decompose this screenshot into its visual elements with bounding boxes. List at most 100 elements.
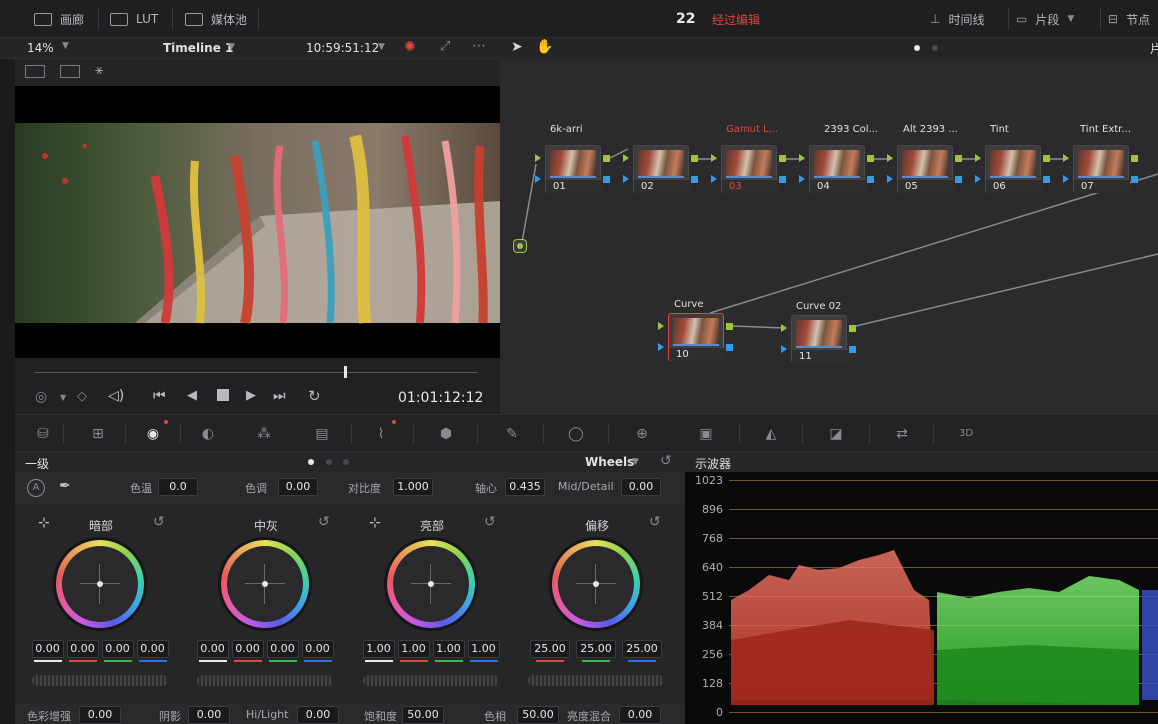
key-input-port[interactable]: [535, 175, 541, 183]
param-field[interactable]: 0.00: [619, 706, 661, 724]
color-wheel[interactable]: [387, 540, 475, 628]
auto-balance-icon[interactable]: A: [27, 479, 45, 497]
wheel-value-field[interactable]: 0.00: [66, 640, 99, 658]
wheel-reset-icon[interactable]: ↺: [153, 514, 165, 530]
key-input-port[interactable]: [799, 175, 805, 183]
param-field[interactable]: 50.00: [517, 706, 559, 724]
color-node[interactable]: 05: [897, 145, 954, 193]
page-dot[interactable]: [343, 459, 349, 465]
wheel-value-field[interactable]: 0.00: [266, 640, 299, 658]
master-wheel-jog[interactable]: [528, 675, 664, 686]
wheel-reset-icon[interactable]: ↺: [484, 514, 496, 530]
color-node[interactable]: 10: [668, 313, 725, 361]
key-input-port[interactable]: [711, 175, 717, 183]
3d-icon[interactable]: 3D: [955, 424, 977, 444]
key-input-port[interactable]: [623, 175, 629, 183]
tracker-icon[interactable]: ⊕: [631, 424, 653, 444]
wheel-value-field[interactable]: 1.00: [467, 640, 500, 658]
wheel-value-field[interactable]: 25.00: [530, 640, 570, 658]
wheel-value-field[interactable]: 1.00: [397, 640, 430, 658]
color-node[interactable]: 04: [809, 145, 866, 193]
param-field[interactable]: 0.00: [297, 706, 339, 724]
zoom-chevron-icon[interactable]: ▼: [62, 41, 69, 51]
pointer-tool-icon[interactable]: ➤: [511, 39, 523, 55]
output-port[interactable]: [867, 155, 874, 162]
output-port[interactable]: [779, 155, 786, 162]
input-port[interactable]: [711, 154, 717, 162]
wheel-picker-icon[interactable]: ⊹: [369, 515, 381, 531]
magic-wand-icon[interactable]: ⚹: [95, 62, 103, 78]
sizing-icon[interactable]: ⇄: [891, 424, 913, 444]
key-output-port[interactable]: [603, 176, 610, 183]
volume-icon[interactable]: ◁): [108, 388, 124, 404]
curves-icon[interactable]: ⌇: [370, 424, 392, 444]
input-port[interactable]: [658, 322, 664, 330]
key-output-port[interactable]: [1131, 176, 1138, 183]
rgb-mixer-icon[interactable]: ⁂: [253, 424, 275, 444]
master-wheel-jog[interactable]: [363, 675, 499, 686]
input-port[interactable]: [887, 154, 893, 162]
output-port[interactable]: [849, 325, 856, 332]
output-port[interactable]: [691, 155, 698, 162]
scrub-handle[interactable]: [344, 366, 348, 378]
input-port[interactable]: [535, 154, 541, 162]
wheel-picker-icon[interactable]: ⊹: [38, 515, 50, 531]
color-warper-icon[interactable]: ⬢: [435, 424, 457, 444]
param-field[interactable]: 0.00: [621, 478, 661, 496]
reset-icon[interactable]: ↺: [660, 453, 672, 469]
color-node[interactable]: 07: [1073, 145, 1130, 193]
wheel-value-field[interactable]: 25.00: [622, 640, 662, 658]
param-field[interactable]: 0.0: [158, 478, 198, 496]
wheel-reset-icon[interactable]: ↺: [649, 514, 661, 530]
input-port[interactable]: [623, 154, 629, 162]
go-to-start-icon[interactable]: ⏮: [153, 388, 166, 404]
key-output-port[interactable]: [779, 176, 786, 183]
param-field[interactable]: 0.00: [79, 706, 121, 724]
param-field[interactable]: 0.435: [505, 478, 545, 496]
play-icon[interactable]: ▶: [246, 388, 256, 403]
input-port[interactable]: [781, 324, 787, 332]
node-editor[interactable]: ➤ ✋ 片 01 6k-arri 02 03 Gamut L... 04 2393 Col.…: [500, 38, 1158, 414]
hand-tool-icon[interactable]: ✋: [536, 39, 553, 55]
key-output-port[interactable]: [1043, 176, 1050, 183]
hdr-wheels-icon[interactable]: ◐: [197, 424, 219, 444]
picker-icon[interactable]: ✒: [59, 478, 71, 494]
key-output-port[interactable]: [867, 176, 874, 183]
layers-icon[interactable]: ◇: [77, 389, 87, 404]
zoom-level[interactable]: 14%: [27, 41, 54, 55]
wheel-value-field[interactable]: 0.00: [136, 640, 169, 658]
timeline-chevron-icon[interactable]: ▼: [228, 42, 235, 52]
wheel-value-field[interactable]: 25.00: [576, 640, 616, 658]
wheel-value-field[interactable]: 1.00: [362, 640, 395, 658]
scrub-track[interactable]: [35, 372, 477, 373]
key-icon[interactable]: ◪: [825, 424, 847, 444]
color-wheel[interactable]: [221, 540, 309, 628]
viewer-mode-icon[interactable]: ◎: [35, 389, 47, 405]
page-dot[interactable]: [326, 459, 332, 465]
output-port[interactable]: [1131, 155, 1138, 162]
output-port[interactable]: [726, 323, 733, 330]
split-view-icon[interactable]: [60, 65, 80, 78]
nodes-button[interactable]: ⊟ 节点: [1108, 0, 1150, 38]
master-wheel-jog[interactable]: [197, 675, 333, 686]
timeline-button[interactable]: ⊥ 时间线: [930, 0, 984, 38]
gallery-button[interactable]: 画廊: [34, 0, 84, 38]
wheel-value-field[interactable]: 1.00: [432, 640, 465, 658]
master-wheel-jog[interactable]: [32, 675, 168, 686]
key-output-port[interactable]: [849, 346, 856, 353]
motion-effects-icon[interactable]: ▤: [311, 424, 333, 444]
media-pool-button[interactable]: 媒体池: [185, 0, 247, 38]
input-port[interactable]: [975, 154, 981, 162]
color-wheel[interactable]: [552, 540, 640, 628]
input-port[interactable]: [799, 154, 805, 162]
key-input-port[interactable]: [1063, 175, 1069, 183]
page-dot-active[interactable]: [308, 459, 314, 465]
key-input-port[interactable]: [781, 345, 787, 353]
key-input-port[interactable]: [658, 343, 664, 351]
window-icon[interactable]: ◯: [565, 424, 587, 444]
mode-chevron-icon[interactable]: ▼: [632, 457, 639, 467]
camera-raw-icon[interactable]: ⛁: [32, 424, 54, 444]
stop-icon[interactable]: [217, 389, 229, 401]
wheel-reset-icon[interactable]: ↺: [318, 514, 330, 530]
color-match-icon[interactable]: ⊞: [87, 424, 109, 444]
